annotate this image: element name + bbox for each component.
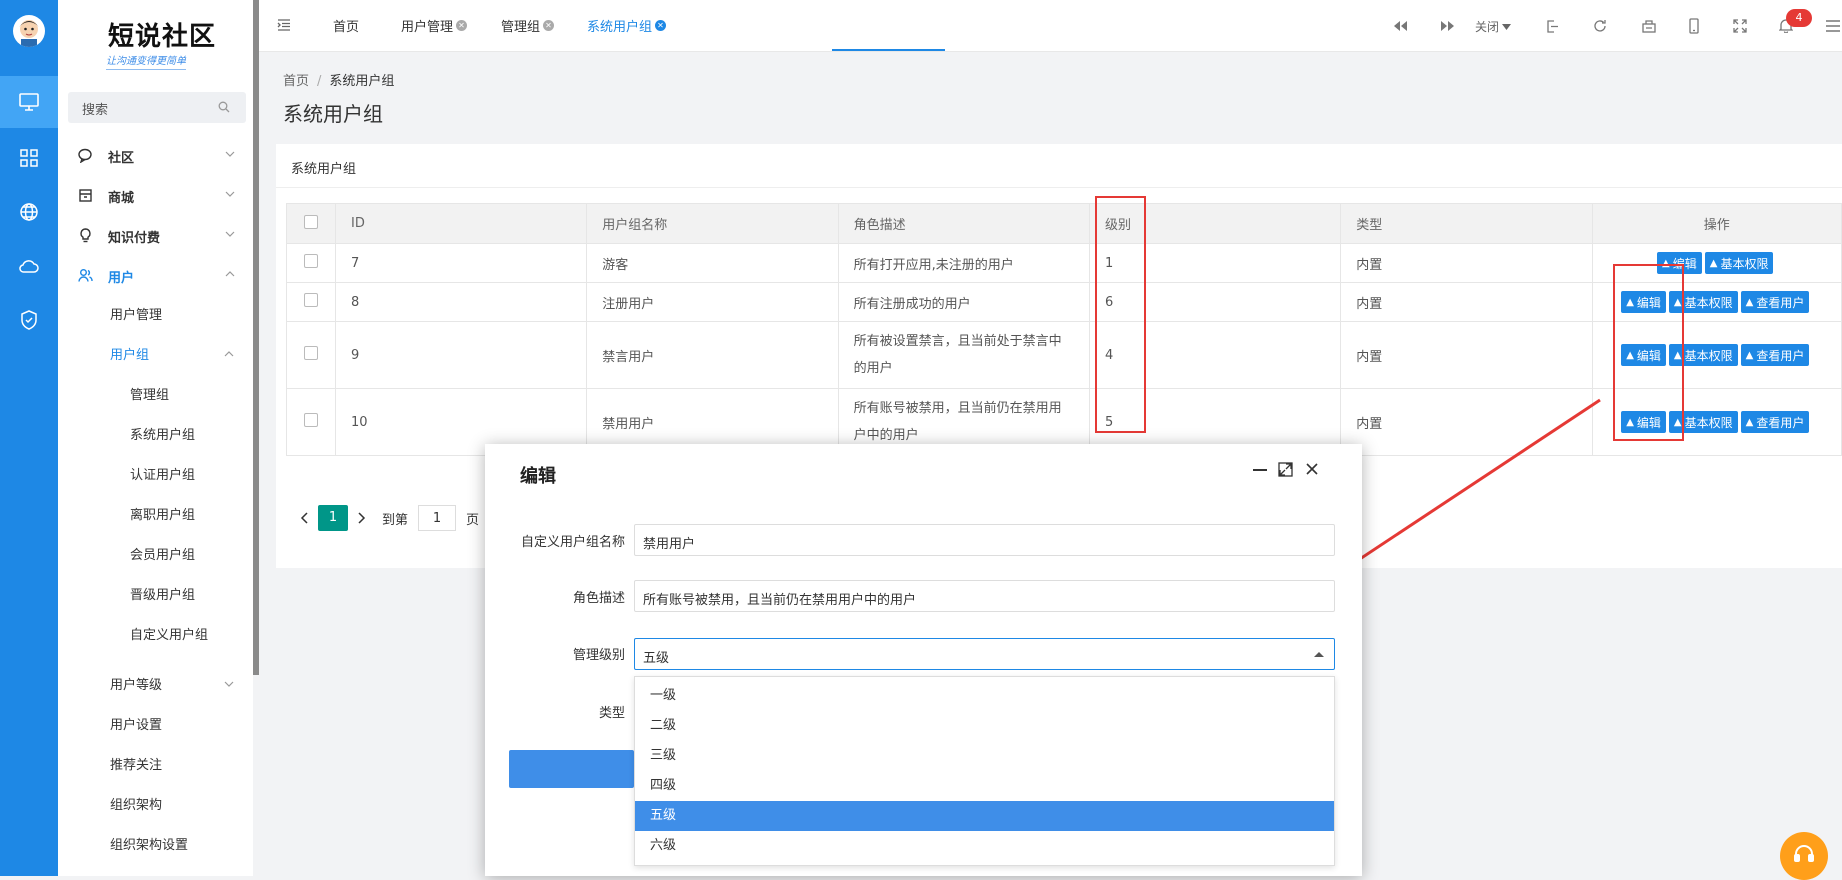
level-field-label: 管理级别 (572, 648, 625, 663)
name-field[interactable]: 禁用用户 (634, 524, 1335, 556)
save-button[interactable] (509, 750, 634, 788)
support-chat-button[interactable] (1780, 832, 1828, 880)
level-dropdown: 一级 二级 三级 四级 五级 六级 (634, 676, 1335, 866)
dropdown-option[interactable]: 一级 (635, 681, 1334, 711)
headset-icon (1792, 842, 1816, 866)
dropdown-option[interactable]: 二级 (635, 711, 1334, 741)
level-select[interactable]: 五级 (634, 638, 1335, 670)
dropdown-option-selected[interactable]: 五级 (635, 801, 1334, 831)
close-icon[interactable] (1305, 462, 1319, 476)
maximize-icon[interactable] (1278, 462, 1293, 477)
level-select-value: 五级 (643, 651, 670, 666)
caret-up-icon (1314, 652, 1324, 657)
desc-field[interactable]: 所有账号被禁用，且当前仍在禁用用户中的用户 (634, 580, 1335, 612)
dropdown-option[interactable]: 六级 (635, 831, 1334, 861)
dialog-title: 编辑 (520, 466, 556, 487)
edit-dialog: 编辑 自定义用户组名称 禁用用户 角色描述 所有账号被禁用，且当前仍在禁用用户中… (485, 444, 1362, 876)
type-field-label: 类型 (598, 706, 625, 721)
name-field-label: 自定义用户组名称 (520, 535, 625, 550)
minimize-icon[interactable] (1253, 469, 1267, 472)
dropdown-option[interactable]: 四级 (635, 771, 1334, 801)
desc-field-label: 角色描述 (572, 591, 625, 606)
dropdown-option[interactable]: 三级 (635, 741, 1334, 771)
